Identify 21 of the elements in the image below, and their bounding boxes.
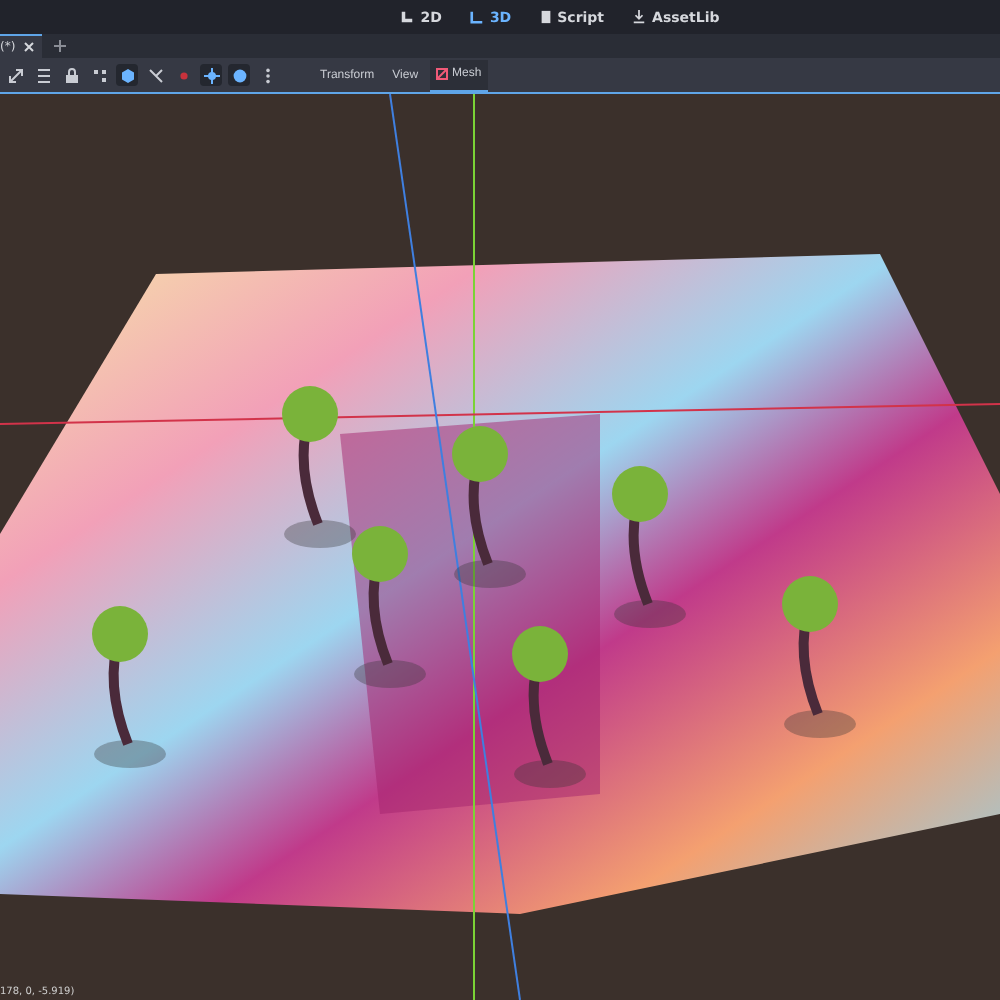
- tool-button[interactable]: [88, 64, 110, 86]
- grid-icon: [91, 67, 107, 83]
- tool-button[interactable]: [144, 64, 166, 86]
- close-icon[interactable]: [23, 42, 34, 52]
- cube-icon: [119, 67, 135, 83]
- expand-icon: [7, 67, 23, 83]
- sphere-icon: [231, 67, 247, 83]
- tool-button[interactable]: [4, 64, 26, 86]
- download-icon: [632, 10, 647, 24]
- tool-button[interactable]: [60, 64, 82, 86]
- lock-icon: [63, 67, 79, 83]
- add-tab-icon[interactable]: [53, 40, 66, 52]
- list-icon: [35, 67, 51, 83]
- crosshair-icon: [203, 67, 219, 83]
- axes-icon: [469, 10, 484, 24]
- tool-button[interactable]: [228, 64, 250, 86]
- dot-icon: [175, 67, 191, 83]
- mesh-icon: [436, 68, 449, 80]
- tool-button[interactable]: [32, 64, 54, 86]
- tool-button[interactable]: [200, 64, 222, 86]
- tool-button[interactable]: [116, 64, 138, 86]
